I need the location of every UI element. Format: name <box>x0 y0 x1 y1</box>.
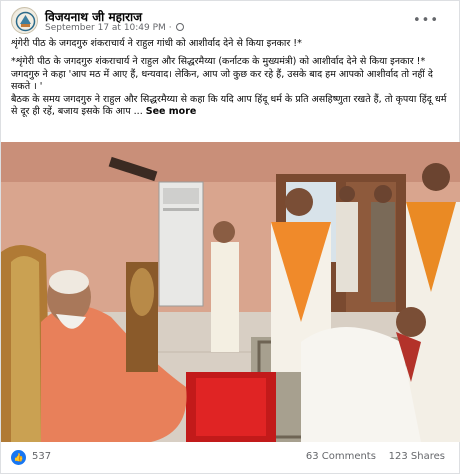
post-text-paragraph: *शृंगेरी पीठ के जगदगुरु शंकराचार्य ने रा… <box>11 56 426 68</box>
post-text-paragraph: बैठक के समय जगदगुरु ने राहुल और सिद्धरमै… <box>11 94 451 119</box>
globe-icon <box>176 23 185 31</box>
post-photo[interactable] <box>1 142 460 442</box>
post-timestamp[interactable]: September 17 at 10:49 PM <box>45 23 166 33</box>
post-meta: September 17 at 10:49 PM · <box>45 23 185 33</box>
author-avatar[interactable] <box>11 7 38 34</box>
engagement-counts: 63 Comments 123 Shares <box>306 451 445 462</box>
post-text-line: शृंगेरी पीठ के जगदगुरु शंकराचार्य ने राह… <box>11 38 302 49</box>
photo-illustration <box>1 142 460 442</box>
shares-count[interactable]: 123 Shares <box>389 451 445 462</box>
more-options-icon[interactable]: ••• <box>413 13 439 28</box>
post-text-truncated: बैठक के समय जगदगुरु ने राहुल और सिद्धरमै… <box>11 93 447 118</box>
comments-count[interactable]: 63 Comments <box>306 451 376 462</box>
post-footer: 👍 537 63 Comments 123 Shares <box>11 445 451 471</box>
post-header: विजयनाथ जी महाराज September 17 at 10:49 … <box>11 7 451 35</box>
reaction-count[interactable]: 537 <box>32 451 51 462</box>
thumbs-up-icon[interactable]: 👍 <box>11 450 26 465</box>
see-more-link[interactable]: See more <box>146 106 197 117</box>
post-text-paragraph: जगदगुरु ने कहा 'आप मठ में आए हैं, धन्यवा… <box>11 68 433 93</box>
post-card: विजयनाथ जी महाराज September 17 at 10:49 … <box>0 0 460 474</box>
post-text: शृंगेरी पीठ के जगदगुरु शंकराचार्य ने राह… <box>11 38 451 118</box>
avatar-emblem-icon <box>12 8 37 33</box>
